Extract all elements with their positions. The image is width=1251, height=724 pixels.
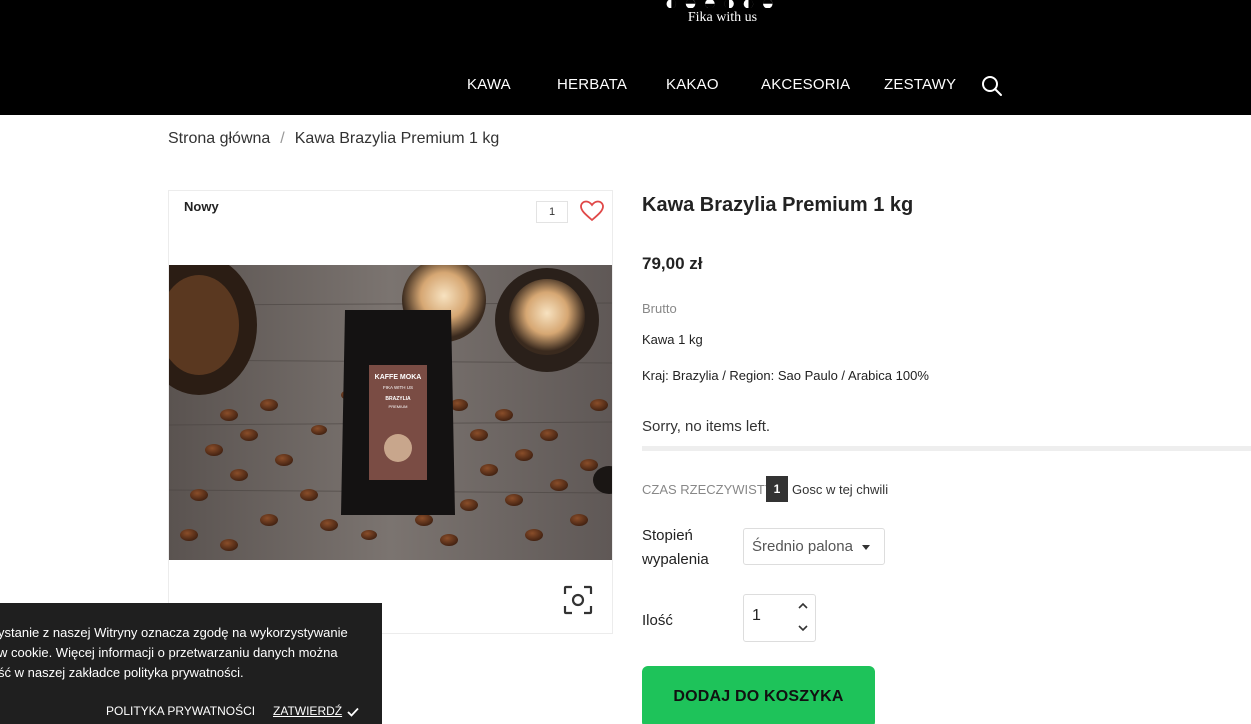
privacy-policy-link[interactable]: POLITYKA PRYWATNOŚCI — [106, 704, 255, 718]
nav-item-akcesoria[interactable]: AKCESORIA — [761, 76, 850, 93]
package-brand: KAFFE MOKA — [375, 374, 422, 381]
site-header: ◐◒◓◑◐◒ Fika with us KAWA HERBATA KAKAO A… — [0, 0, 1251, 115]
product-attributes: Kraj: Brazylia / Region: Sao Paulo / Ara… — [642, 368, 929, 383]
nav-item-kakao[interactable]: KAKAO — [666, 76, 719, 93]
nav-item-kawa[interactable]: KAWA — [467, 76, 511, 93]
package-grade: PREMIUM — [389, 404, 408, 409]
quantity-stepper — [743, 594, 816, 642]
add-to-cart-button[interactable]: DODAJ DO KOSZYKA — [642, 666, 875, 724]
site-logo[interactable]: ◐◒◓◑◐◒ Fika with us — [640, 0, 805, 32]
roast-select[interactable]: Średnio palona — [743, 528, 885, 565]
nav-item-herbata[interactable]: HERBATA — [557, 76, 627, 93]
product-image-card: Nowy 1 KAFFE MOKA FIKA WITH US BRAZYLIA … — [168, 190, 613, 634]
realtime-text: Gosc w tej chwili — [792, 482, 889, 497]
wishlist-count: 1 — [536, 201, 568, 223]
package-origin: BRAZYLIA — [385, 396, 411, 402]
search-icon[interactable] — [981, 75, 1003, 97]
quantity-label: Ilość — [642, 612, 673, 629]
nav-item-zestawy[interactable]: ZESTAWY — [884, 76, 956, 93]
realtime-label: CZAS RZECZYWISTY: — [642, 482, 777, 497]
package-tagline: FIKA WITH US — [383, 385, 413, 390]
cookie-banner: ystanie z naszej Witryny oznacza zgodę n… — [0, 603, 382, 724]
breadcrumb: Strona główna / Kawa Brazylia Premium 1 kg — [168, 130, 499, 148]
product-title: Kawa Brazylia Premium 1 kg — [642, 194, 914, 216]
new-badge: Nowy — [184, 199, 219, 214]
breadcrumb-separator: / — [280, 130, 285, 147]
zoom-icon[interactable] — [563, 585, 593, 615]
product-price: 79,00 zł — [642, 254, 703, 273]
check-icon — [346, 705, 360, 719]
heart-icon[interactable] — [579, 199, 605, 223]
roast-label: Stopień wypalenia — [642, 527, 709, 568]
chevron-up-icon[interactable] — [796, 599, 810, 613]
caret-down-icon — [862, 545, 870, 550]
breadcrumb-current: Kawa Brazylia Premium 1 kg — [294, 130, 500, 147]
roast-select-value: Średnio palona — [752, 538, 853, 555]
chevron-down-icon[interactable] — [796, 621, 810, 635]
product-short-description: Kawa 1 kg — [642, 332, 703, 347]
tax-label: Brutto — [642, 301, 677, 316]
quantity-input[interactable] — [752, 607, 792, 625]
cookie-confirm-button[interactable]: ZATWIERDŹ — [273, 704, 342, 718]
logo-tagline: Fika with us — [687, 10, 758, 25]
stock-message: Sorry, no items left. — [642, 418, 771, 435]
cookie-text: ystanie z naszej Witryny oznacza zgodę n… — [0, 625, 348, 680]
breadcrumb-home-link[interactable]: Strona główna — [168, 130, 270, 147]
logo-mark: ◐◒◓◑◐◒ — [640, 0, 805, 8]
product-photo[interactable]: KAFFE MOKA FIKA WITH US BRAZYLIA PREMIUM — [169, 265, 612, 560]
stock-bar — [642, 446, 1251, 451]
realtime-count: 1 — [766, 476, 788, 502]
